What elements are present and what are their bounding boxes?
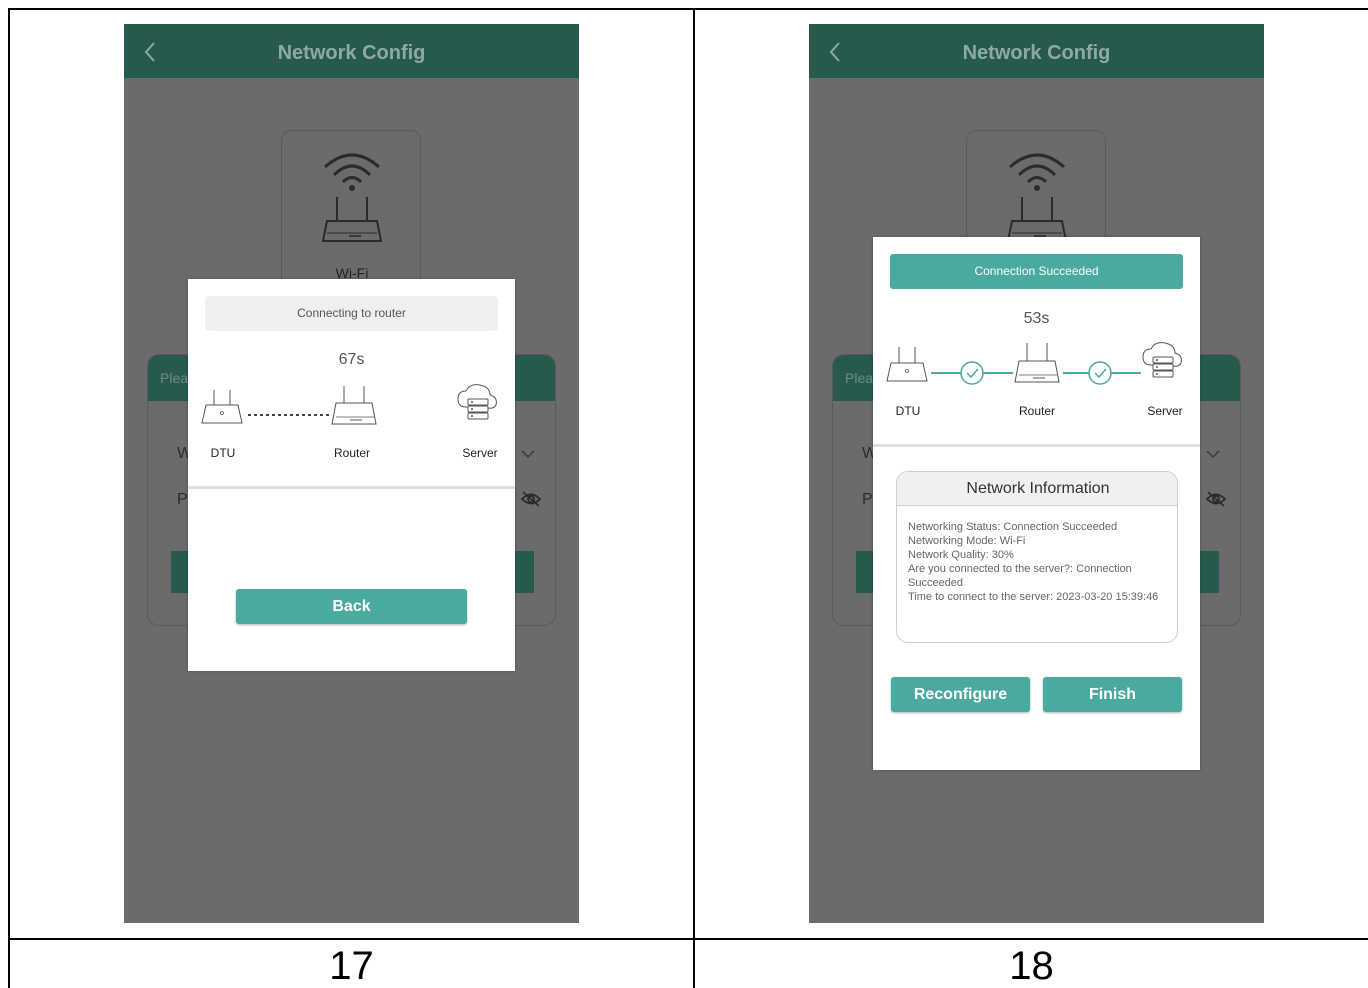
info-network-quality: Network Quality: 30%: [908, 549, 1014, 561]
info-networking-mode: Networking Mode: Wi-Fi: [908, 535, 1026, 547]
cloud-server-icon: [457, 384, 497, 420]
form-row2-label: P: [177, 491, 188, 508]
network-information-title: Network Information: [897, 472, 1177, 506]
router-icon: [331, 386, 377, 425]
cloud-server-icon: [1142, 342, 1182, 378]
node-label-server: Server: [462, 446, 498, 460]
network-information-box: Network Information Networking Status: C…: [896, 471, 1178, 643]
finish-button[interactable]: Finish: [1043, 677, 1182, 712]
chevron-down-icon[interactable]: [521, 449, 535, 459]
wifi-mode-card: Wi-Fi: [281, 130, 421, 300]
form-button-right-edge: [514, 551, 534, 593]
node-label-server: Server: [1147, 404, 1183, 418]
phone-screen-succeeded: Network Config Plea W P Connection Succe…: [809, 24, 1264, 923]
dialog-divider: [188, 486, 515, 489]
connection-success-dialog: Connection Succeeded 53s DTU Router Serv…: [873, 237, 1200, 770]
network-information-body: Networking Status: Connection Succeeded …: [908, 520, 1170, 604]
table-column-divider: [693, 8, 695, 988]
reconfigure-button[interactable]: Reconfigure: [891, 677, 1030, 712]
node-label-router: Router: [1018, 404, 1056, 418]
cell-number-18: 18: [1009, 944, 1054, 988]
dtu-icon: [201, 390, 243, 424]
countdown-timer: 53s: [1023, 310, 1050, 327]
dtu-icon: [886, 347, 928, 382]
form-card-header-text: Plea: [845, 370, 874, 386]
page-title: Network Config: [962, 42, 1111, 64]
connection-status-pill: Connecting to router: [205, 296, 498, 331]
chevron-down-icon[interactable]: [1206, 449, 1220, 459]
router-icon: [1014, 343, 1060, 383]
form-row2-label: P: [862, 491, 873, 508]
info-connect-time: Time to connect to the server: 2023-03-2…: [908, 591, 1159, 603]
form-button-right-edge: [1199, 551, 1219, 593]
eye-hidden-icon[interactable]: [520, 490, 542, 508]
info-networking-status: Networking Status: Connection Succeeded: [908, 521, 1118, 533]
countdown-timer: 67s: [338, 351, 365, 368]
wifi-router-icon: [321, 153, 383, 242]
connection-status-pill: Connection Succeeded: [890, 254, 1183, 289]
app-header: Network Config: [809, 24, 1264, 78]
connection-diagram: [201, 384, 497, 425]
form-card-header-text: Plea: [160, 370, 189, 386]
cell-number-17: 17: [329, 944, 374, 988]
dialog-divider: [873, 444, 1200, 447]
check-circle-icon: [1088, 361, 1112, 385]
table-row-divider: [8, 938, 1368, 940]
back-button[interactable]: Back: [236, 589, 467, 624]
node-label-dtu: DTU: [895, 404, 921, 418]
eye-hidden-icon[interactable]: [1205, 490, 1227, 508]
info-server-connected: Are you connected to the server?: Connec…: [908, 563, 1132, 589]
page-title: Network Config: [277, 42, 426, 64]
phone-screen-connecting: Network Config Wi-Fi Plea W P Connecting…: [124, 24, 579, 923]
app-header: Network Config: [124, 24, 579, 78]
check-circle-icon: [960, 361, 984, 385]
node-label-router: Router: [333, 446, 371, 460]
connection-diagram: [886, 342, 1182, 385]
node-label-dtu: DTU: [210, 446, 236, 460]
wifi-router-icon: [1006, 153, 1068, 242]
connecting-dialog: Connecting to router 67s DTU Router Serv…: [188, 279, 515, 671]
